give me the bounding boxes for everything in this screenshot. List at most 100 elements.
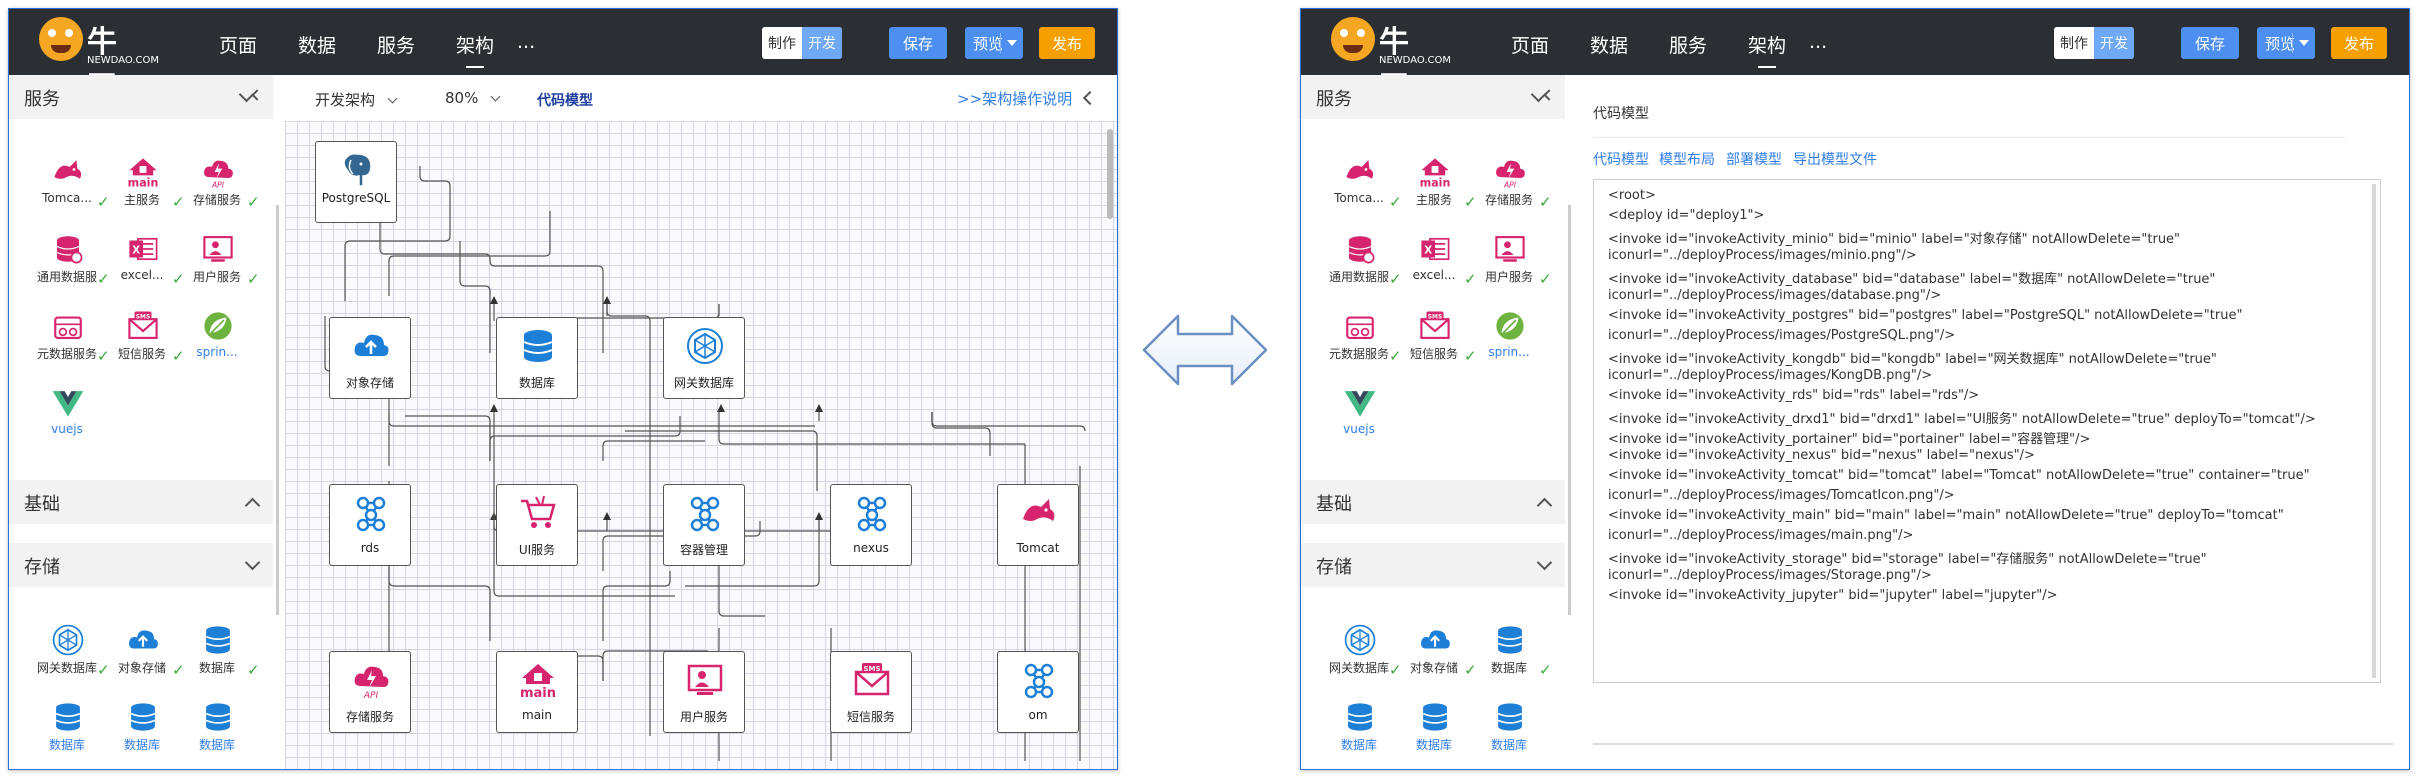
storage-tile-database[interactable]: 数据库 [181, 700, 253, 769]
nav-architecture[interactable]: 架构 [1748, 31, 1786, 68]
nav-more[interactable]: ... [1809, 31, 1827, 53]
mode-make[interactable]: 制作 [2054, 27, 2094, 59]
node-sms-service[interactable]: 短信服务 [830, 651, 912, 733]
service-tile-metadata[interactable]: 元数据服务 ✓ [31, 309, 110, 379]
node-storage-service[interactable]: 存储服务 [329, 651, 411, 733]
storage-section-header[interactable]: 存储 [9, 543, 273, 587]
architecture-type-dropdown[interactable]: 开发架构 [315, 89, 398, 110]
node-main[interactable]: main [496, 651, 578, 733]
chevron-up-icon[interactable] [247, 494, 259, 506]
brand-logo[interactable]: 牛刀 NEWDAO.COM [39, 15, 159, 104]
node-ui-service[interactable]: UI服务 [496, 484, 578, 566]
mode-toggle[interactable]: 制作 开发 [762, 27, 842, 59]
save-button[interactable]: 保存 [889, 27, 947, 59]
service-tile-tomcat[interactable]: Tomca... ✓ [1323, 155, 1402, 225]
chevron-down-icon[interactable] [247, 557, 259, 569]
storage-tile-database[interactable]: 数据库 [106, 700, 178, 769]
nav-pages[interactable]: 页面 [219, 31, 257, 58]
services-section-header[interactable]: 服务 [9, 75, 273, 119]
storage-tile-object-storage[interactable]: 对象存储 ✓ [1398, 623, 1477, 693]
storage-tile-database[interactable]: 数据库 [1323, 700, 1395, 769]
node-gateway-db[interactable]: 网关数据库 [663, 317, 745, 399]
node-nexus[interactable]: nexus [830, 484, 912, 566]
tab-deploy-model[interactable]: 部署模型 [1726, 149, 1782, 169]
mode-toggle[interactable]: 制作 开发 [2054, 27, 2134, 59]
mode-make[interactable]: 制作 [762, 27, 802, 59]
code-model-link[interactable]: 代码模型 [537, 90, 593, 110]
mode-dev[interactable]: 开发 [2094, 27, 2134, 59]
collapse-panel-icon[interactable] [1082, 90, 1098, 106]
save-button[interactable]: 保存 [2181, 27, 2239, 59]
mode-dev[interactable]: 开发 [802, 27, 842, 59]
tab-model-layout[interactable]: 模型布局 [1659, 149, 1715, 169]
node-tomcat[interactable]: Tomcat [997, 484, 1079, 566]
collapse-sidebar-icon[interactable] [247, 89, 259, 101]
nav-pages[interactable]: 页面 [1511, 31, 1549, 58]
nav-architecture[interactable]: 架构 [456, 31, 494, 68]
architecture-help-link[interactable]: >>架构操作说明 [957, 88, 1072, 109]
service-tile-spring[interactable]: sprin... [181, 309, 253, 379]
caret-down-icon[interactable] [2299, 40, 2309, 46]
publish-button[interactable]: 发布 [2331, 27, 2387, 59]
service-tile-user[interactable]: 用户服务 ✓ [181, 232, 260, 302]
storage-section-header[interactable]: 存储 [1301, 543, 1565, 587]
storage-tile-database[interactable]: 数据库 ✓ [181, 623, 260, 693]
service-tile-spring[interactable]: sprin... [1473, 309, 1545, 379]
node-user-service[interactable]: 用户服务 [663, 651, 745, 733]
node-database[interactable]: 数据库 [496, 317, 578, 399]
nav-services[interactable]: 服务 [1669, 31, 1707, 58]
service-tile-tomcat[interactable]: Tomca... ✓ [31, 155, 110, 225]
zoom-dropdown[interactable]: 80% [445, 89, 501, 107]
brand-logo[interactable]: 牛刀 NEWDAO.COM [1331, 15, 1451, 104]
service-tile-excel[interactable]: excel... ✓ [1398, 232, 1477, 302]
storage-tile-gateway-db[interactable]: 网关数据库 ✓ [1323, 623, 1402, 693]
collapse-sidebar-icon[interactable] [1539, 89, 1551, 101]
chevron-down-icon[interactable] [1539, 557, 1551, 569]
panel-horizontal-scrollbar[interactable] [1593, 743, 2393, 745]
service-tile-generic-data[interactable]: 通用数据服 ✓ [1323, 232, 1402, 302]
caret-down-icon[interactable] [1007, 40, 1017, 46]
canvas-scrollbar[interactable] [1107, 129, 1113, 219]
bull-mascot-icon [1331, 17, 1375, 61]
service-tile-sms[interactable]: 短信服务 ✓ [1398, 309, 1477, 379]
service-tile-user[interactable]: 用户服务 ✓ [1473, 232, 1552, 302]
preview-button[interactable]: 预览 [2257, 27, 2315, 59]
node-rds[interactable]: rds [329, 484, 411, 566]
nav-more[interactable]: ... [517, 31, 535, 53]
nav-data[interactable]: 数据 [298, 31, 336, 58]
basic-section-header[interactable]: 基础 [9, 480, 273, 524]
service-tile-storage[interactable]: 存储服务 ✓ [1473, 155, 1552, 225]
service-tile-main[interactable]: 主服务 ✓ [1398, 155, 1477, 225]
storage-tile-gateway-db[interactable]: 网关数据库 ✓ [31, 623, 110, 693]
code-scrollbar[interactable] [2372, 184, 2376, 678]
tab-export-model[interactable]: 导出模型文件 [1793, 149, 1877, 169]
service-tile-metadata[interactable]: 元数据服务 ✓ [1323, 309, 1402, 379]
service-tile-storage[interactable]: 存储服务 ✓ [181, 155, 260, 225]
nav-data[interactable]: 数据 [1590, 31, 1628, 58]
node-om[interactable]: om [997, 651, 1079, 733]
publish-button[interactable]: 发布 [1039, 27, 1095, 59]
service-tile-vuejs[interactable]: vuejs [31, 386, 103, 456]
storage-tile-database[interactable]: 数据库 [1473, 700, 1545, 769]
node-postgresql[interactable]: PostgreSQL [315, 141, 397, 223]
service-tile-sms[interactable]: 短信服务 ✓ [106, 309, 185, 379]
code-model-textarea[interactable]: <root> <deploy id="deploy1"> <invoke id=… [1593, 179, 2381, 683]
storage-tile-database[interactable]: 数据库 [1398, 700, 1470, 769]
storage-tile-object-storage[interactable]: 对象存储 ✓ [106, 623, 185, 693]
tab-code-model[interactable]: 代码模型 [1593, 149, 1649, 169]
preview-button[interactable]: 预览 [965, 27, 1023, 59]
node-container-management[interactable]: 容器管理 [663, 484, 745, 566]
basic-section-header[interactable]: 基础 [1301, 480, 1565, 524]
chevron-up-icon[interactable] [1539, 494, 1551, 506]
services-section-header[interactable]: 服务 [1301, 75, 1565, 119]
storage-tile-database[interactable]: 数据库 ✓ [1473, 623, 1552, 693]
storage-tile-database[interactable]: 数据库 [31, 700, 103, 769]
sidebar-scrollbar[interactable] [276, 205, 279, 615]
service-tile-generic-data[interactable]: 通用数据服 ✓ [31, 232, 110, 302]
service-tile-vuejs[interactable]: vuejs [1323, 386, 1395, 456]
service-tile-main[interactable]: 主服务 ✓ [106, 155, 185, 225]
nav-services[interactable]: 服务 [377, 31, 415, 58]
node-object-storage[interactable]: 对象存储 [329, 317, 411, 399]
service-tile-excel[interactable]: excel... ✓ [106, 232, 185, 302]
tomcat-cat-icon [51, 155, 85, 189]
